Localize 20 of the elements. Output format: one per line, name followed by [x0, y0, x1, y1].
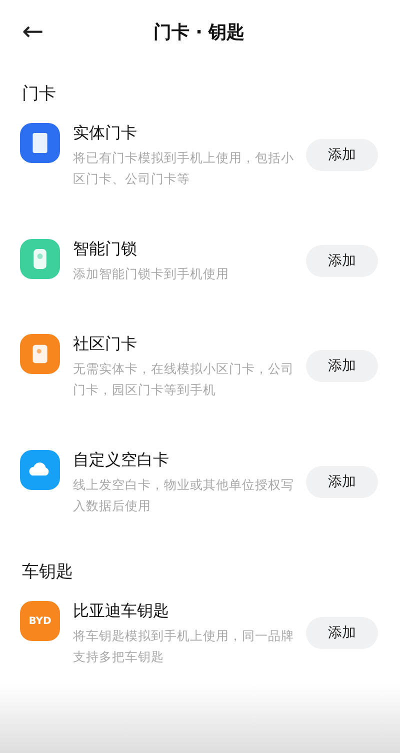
section-heading: 门卡: [21, 83, 57, 106]
item-title: 比亚迪车钥匙: [73, 600, 170, 622]
section-heading: 车钥匙: [21, 561, 74, 584]
add-button[interactable]: 添加: [306, 244, 378, 276]
add-button[interactable]: 添加: [306, 139, 378, 171]
add-button[interactable]: 添加: [306, 350, 378, 382]
add-button[interactable]: 添加: [306, 466, 378, 498]
item-description: 将车钥匙模拟到手机上使用，同一品牌支持多把车钥匙: [73, 627, 295, 666]
brand-logo: BYD: [20, 601, 60, 641]
item-description: 将已有门卡模拟到手机上使用，包括小区门卡、公司门卡等: [73, 149, 295, 188]
page-title: 门卡 · 钥匙: [152, 21, 246, 44]
item-title: 智能门锁: [73, 238, 138, 260]
back-button[interactable]: ←: [22, 17, 62, 47]
item-description: 线上发空白卡，物业或其他单位授权写入数据后使用: [73, 476, 295, 515]
item-title: 自定义空白卡: [73, 449, 170, 471]
item-title: 社区门卡: [73, 333, 138, 355]
add-button[interactable]: 添加: [306, 617, 378, 649]
item-description: 无需实体卡，在线模拟小区门卡，公司门卡，园区门卡等到手机: [73, 360, 295, 399]
item-description: 添加智能门锁卡到手机使用: [73, 265, 230, 283]
item-title: 实体门卡: [73, 122, 138, 144]
